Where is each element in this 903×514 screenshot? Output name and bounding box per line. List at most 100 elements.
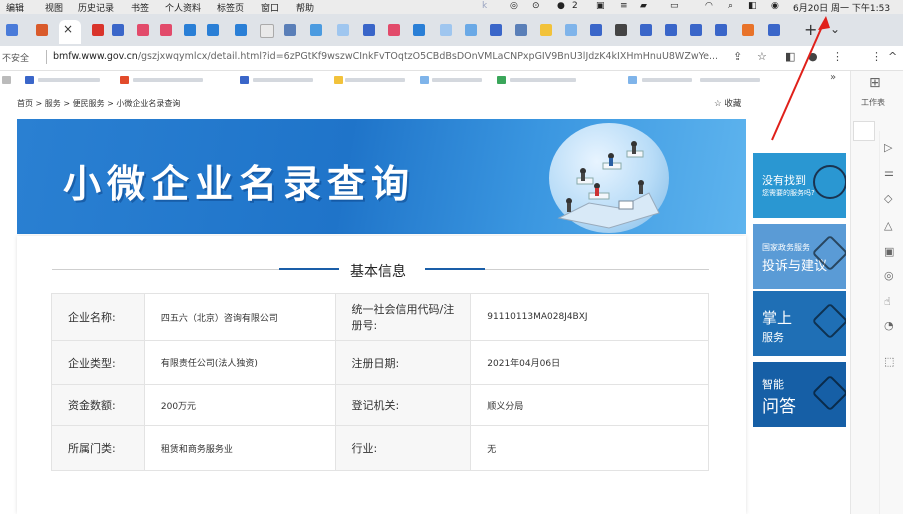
status-icon-mail[interactable]: ▣ xyxy=(596,1,605,11)
bookmark-item[interactable] xyxy=(700,78,760,82)
export-icon[interactable]: ⬚ xyxy=(884,355,894,368)
tab-favicon[interactable] xyxy=(388,24,400,36)
divider xyxy=(46,50,47,64)
tab-favicon[interactable] xyxy=(413,24,425,36)
worksheet-icon[interactable]: ⊞ xyxy=(869,75,881,91)
menu-history[interactable]: 历史记录 xyxy=(78,1,114,14)
tab-favicon[interactable] xyxy=(665,24,677,36)
bookmark-favicon[interactable] xyxy=(334,76,343,84)
status-count: 2 xyxy=(572,1,578,11)
label-company-name: 企业名称: xyxy=(51,293,145,341)
target-icon[interactable]: ◎ xyxy=(884,269,894,282)
tab-favicon[interactable] xyxy=(742,24,754,36)
bookmark-item[interactable] xyxy=(253,78,313,82)
history-icon[interactable]: ◔ xyxy=(884,319,894,332)
bookmark-favicon[interactable] xyxy=(420,76,429,84)
tab-favicon[interactable] xyxy=(235,24,247,36)
image-icon[interactable]: ▣ xyxy=(884,245,894,258)
sliders-icon[interactable]: ⚌ xyxy=(884,166,894,179)
more-menu-icon[interactable]: ⋮ xyxy=(871,50,882,63)
tab-favicon[interactable] xyxy=(715,24,727,36)
bookmark-item[interactable] xyxy=(133,78,203,82)
tile-mobile-service[interactable]: 掌上 服务 xyxy=(753,291,846,356)
status-icon-du[interactable]: ▰ xyxy=(640,1,647,11)
bookmark-favicon[interactable] xyxy=(628,76,637,84)
tab-favicon[interactable] xyxy=(207,24,219,36)
label-capital: 资金数额: xyxy=(51,384,145,426)
tile-complaints-suggestions[interactable]: 国家政务服务 投诉与建议 xyxy=(753,224,846,289)
menu-view[interactable]: 视图 xyxy=(45,1,63,14)
wechat-icon[interactable]: ● xyxy=(557,1,565,11)
menu-help[interactable]: 帮助 xyxy=(296,1,314,14)
tab-close-icon[interactable]: × xyxy=(63,22,73,36)
tab-favicon[interactable] xyxy=(640,24,652,36)
robot-icon xyxy=(811,374,846,412)
checkmark-search-icon xyxy=(813,165,846,199)
bookmark-favicon[interactable] xyxy=(240,76,249,84)
bookmark-favicon[interactable] xyxy=(497,76,506,84)
value-capital: 200万元 xyxy=(143,384,336,426)
menu-bookmarks[interactable]: 书签 xyxy=(131,1,149,14)
tab-favicon[interactable] xyxy=(690,24,702,36)
tab-favicon[interactable] xyxy=(337,24,349,36)
tab-favicon[interactable] xyxy=(137,24,149,36)
tile-title: 掌上 xyxy=(762,309,793,327)
tab-favicon[interactable] xyxy=(363,24,375,36)
value-credit-code: 91110113MA028J4BXJ xyxy=(470,293,709,341)
wifi-icon[interactable]: ◠ xyxy=(705,1,713,11)
control-center-icon[interactable]: ◧ xyxy=(748,1,757,11)
tab-favicon[interactable] xyxy=(6,24,18,36)
bookmark-item[interactable] xyxy=(432,78,482,82)
hand-icon[interactable]: ☝ xyxy=(884,295,891,308)
url-path: /gszjxwqymlcx/detail.html?id=6zPGtKf9wsz… xyxy=(137,51,719,62)
shapes-icon[interactable]: ◇ xyxy=(884,192,892,205)
tile-not-found-service[interactable]: 没有找到 您需要的服务吗? xyxy=(753,153,846,218)
tab-favicon[interactable] xyxy=(36,24,48,36)
worksheet-label[interactable]: 工作表 xyxy=(861,97,885,108)
breadcrumb[interactable]: 首页 > 服务 > 便民服务 > 小微企业名录查询 xyxy=(17,98,180,109)
tab-favicon[interactable] xyxy=(440,24,452,36)
url-field[interactable]: bmfw.www.gov.cn/gszjxwqymlcx/detail.html… xyxy=(53,51,723,62)
tab-favicon[interactable] xyxy=(184,24,196,36)
section-title: 基本信息 xyxy=(350,264,406,280)
bookmark-item[interactable] xyxy=(345,78,405,82)
menu-edit[interactable]: 编辑 xyxy=(6,1,24,14)
status-icon-stack[interactable]: ≡ xyxy=(620,1,628,11)
tab-favicon[interactable] xyxy=(490,24,502,36)
cursor-icon[interactable]: ▷ xyxy=(884,141,892,154)
tab-favicon[interactable] xyxy=(465,24,477,36)
search-icon[interactable]: ⌕ xyxy=(728,1,733,11)
tab-favicon[interactable] xyxy=(160,24,172,36)
bookmark-item[interactable] xyxy=(510,78,576,82)
bookmark-item[interactable] xyxy=(38,78,100,82)
menu-profiles[interactable]: 个人资料 xyxy=(165,1,201,14)
tab-favicon[interactable] xyxy=(565,24,577,36)
tile-smart-qa[interactable]: 智能 问答 xyxy=(753,362,846,427)
tab-favicon[interactable] xyxy=(515,24,527,36)
bookmark-favicon[interactable] xyxy=(120,76,129,84)
status-icon-shield[interactable]: ◎ xyxy=(510,1,518,11)
tab-favicon[interactable] xyxy=(260,24,274,38)
tab-favicon[interactable] xyxy=(310,24,322,36)
favorite-button[interactable]: ☆ 收藏 xyxy=(714,97,741,109)
tab-favicon[interactable] xyxy=(112,24,124,36)
battery-icon[interactable]: ▭ xyxy=(670,1,679,11)
menu-window[interactable]: 窗口 xyxy=(261,1,279,14)
menu-tabs[interactable]: 标签页 xyxy=(217,1,244,14)
status-icon-k[interactable]: k xyxy=(482,1,487,11)
status-icon-cursor[interactable]: ⊙ xyxy=(532,1,540,11)
share-icon[interactable]: ⇪ xyxy=(733,50,742,63)
siri-icon[interactable]: ◉ xyxy=(771,1,779,11)
fill-icon[interactable]: △ xyxy=(884,219,892,232)
url-domain: bmfw.www.gov.cn xyxy=(53,51,138,62)
not-secure-indicator[interactable]: 不安全 xyxy=(2,51,29,64)
collapse-up-icon[interactable]: ^ xyxy=(888,50,897,63)
tab-favicon[interactable] xyxy=(284,24,296,36)
tab-favicon[interactable] xyxy=(590,24,602,36)
bookmark-favicon[interactable] xyxy=(25,76,34,84)
bookmark-favicon[interactable] xyxy=(2,76,11,84)
tab-favicon[interactable] xyxy=(540,24,552,36)
bookmark-item[interactable] xyxy=(642,78,692,82)
tab-favicon[interactable] xyxy=(615,24,627,36)
tab-favicon[interactable] xyxy=(92,24,104,36)
